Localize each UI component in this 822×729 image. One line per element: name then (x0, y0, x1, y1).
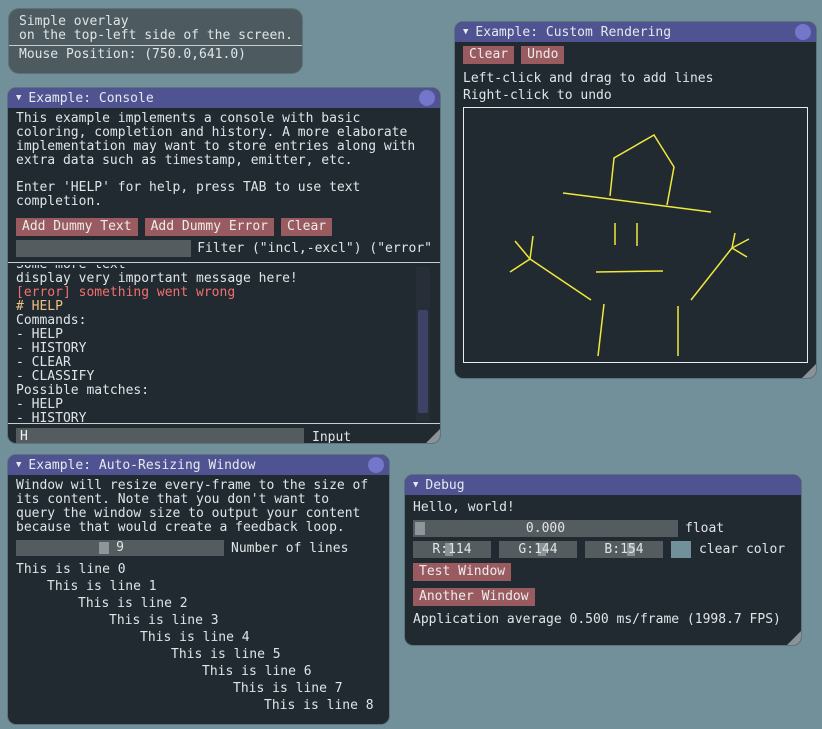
float-slider-label: float (685, 521, 724, 536)
demo-line: This is line 4 (16, 629, 381, 646)
close-icon[interactable] (795, 24, 811, 40)
log-line: - HELP (16, 398, 422, 412)
custom-rendering-titlebar[interactable]: ▼ Example: Custom Rendering (455, 22, 816, 42)
log-line: Possible matches: (16, 384, 422, 398)
log-line: # HELP (16, 300, 422, 314)
debug-window-button[interactable]: Another Window (413, 588, 535, 606)
console-window: ▼ Example: Console This example implemen… (8, 88, 440, 443)
log-scrollbar[interactable] (416, 267, 430, 421)
clear-color-label: clear color (699, 542, 785, 557)
console-intro-text: This example implements a console with b… (16, 112, 432, 168)
overlay-divider (9, 45, 302, 46)
log-line: - HELP (16, 328, 422, 342)
demo-line: This is line 2 (16, 595, 381, 612)
filter-input[interactable] (16, 240, 191, 257)
overlay-window: Simple overlay on the top-left side of t… (9, 9, 302, 73)
auto-resize-description: Window will resize every-frame to the si… (16, 479, 381, 535)
fps-stats: Application average 0.500 ms/frame (1998… (413, 613, 793, 627)
number-of-lines-value: 9 (116, 540, 124, 556)
log-line: - HISTORY (16, 412, 422, 423)
log-line: - CLEAR (16, 356, 422, 370)
debug-window-button[interactable]: Test Window (413, 563, 511, 581)
mouse-position-readout: Mouse Position: (750.0,641.0) (19, 48, 292, 62)
log-line: display very important message here! (16, 272, 422, 286)
demo-line: This is line 7 (16, 680, 381, 697)
auto-resizing-titlebar[interactable]: ▼ Example: Auto-Resizing Window (8, 455, 389, 475)
console-titlebar[interactable]: ▼ Example: Console (8, 88, 440, 108)
color-value-g: G:144 (518, 541, 557, 558)
log-scrollbar-thumb[interactable] (418, 310, 428, 413)
demo-line: This is line 3 (16, 612, 381, 629)
color-slider-r[interactable]: R:114 (413, 541, 491, 558)
canvas-action-button[interactable]: Undo (521, 46, 564, 64)
canvas-hints: Left-click and drag to add lines Right-c… (463, 70, 808, 104)
log-line: - HISTORY (16, 342, 422, 356)
command-input-label: Input (312, 430, 351, 444)
console-action-button[interactable]: Add Dummy Error (145, 218, 274, 236)
console-divider-top (8, 262, 440, 263)
custom-rendering-window-title: Example: Custom Rendering (475, 25, 671, 40)
overlay-text-line2: on the top-left side of the screen. (19, 29, 292, 43)
demo-line: This is line 1 (16, 578, 381, 595)
number-of-lines-slider[interactable]: 9 (16, 540, 224, 556)
demo-line: This is line 8 (16, 697, 381, 714)
console-window-title: Example: Console (28, 91, 153, 106)
close-icon[interactable] (419, 90, 435, 106)
auto-resizing-window-title: Example: Auto-Resizing Window (28, 458, 255, 473)
log-line: [error] something went wrong (16, 286, 422, 300)
drawing-canvas-svg (464, 108, 807, 362)
color-slider-g[interactable]: G:144 (499, 541, 577, 558)
filter-label: Filter ("incl,-excl") ("error" (197, 241, 432, 256)
slider-grab[interactable] (415, 522, 425, 535)
greeting-text: Hello, world! (413, 500, 793, 515)
demo-line: This is line 0 (16, 561, 381, 578)
collapse-icon[interactable]: ▼ (16, 455, 21, 475)
color-value-b: B:154 (604, 541, 643, 558)
close-icon[interactable] (368, 457, 384, 473)
collapse-icon[interactable]: ▼ (413, 475, 418, 495)
console-action-button[interactable]: Add Dummy Text (16, 218, 138, 236)
console-divider-bottom (8, 423, 440, 424)
debug-window: ▼ Debug Hello, world! 0.000 float R:114 … (405, 475, 801, 645)
demo-line: This is line 5 (16, 646, 381, 663)
drawing-canvas[interactable] (463, 107, 808, 363)
log-line: - CLASSIFY (16, 370, 422, 384)
console-action-button[interactable]: Clear (281, 218, 332, 236)
debug-window-title: Debug (425, 478, 464, 493)
console-log-area[interactable]: Some more textdisplay very important mes… (8, 265, 440, 423)
auto-resizing-window: ▼ Example: Auto-Resizing Window Window w… (8, 455, 389, 724)
debug-titlebar[interactable]: ▼ Debug (405, 475, 801, 495)
number-of-lines-label: Number of lines (231, 541, 348, 556)
custom-rendering-window: ▼ Example: Custom Rendering Clear Undo Le… (455, 22, 816, 378)
log-line: Commands: (16, 314, 422, 328)
collapse-icon[interactable]: ▼ (16, 88, 21, 108)
demo-line: This is line 6 (16, 663, 381, 680)
clear-color-swatch[interactable] (671, 541, 691, 558)
float-slider-value: 0.000 (526, 521, 565, 537)
slider-grab[interactable] (99, 542, 109, 554)
overlay-text-line1: Simple overlay (19, 15, 292, 29)
collapse-icon[interactable]: ▼ (463, 22, 468, 42)
float-slider[interactable]: 0.000 (413, 520, 678, 537)
color-slider-b[interactable]: B:154 (585, 541, 663, 558)
color-value-r: R:114 (432, 541, 471, 558)
console-help-hint: Enter 'HELP' for help, press TAB to use … (16, 181, 432, 209)
command-input[interactable]: H (16, 428, 304, 443)
canvas-action-button[interactable]: Clear (463, 46, 514, 64)
